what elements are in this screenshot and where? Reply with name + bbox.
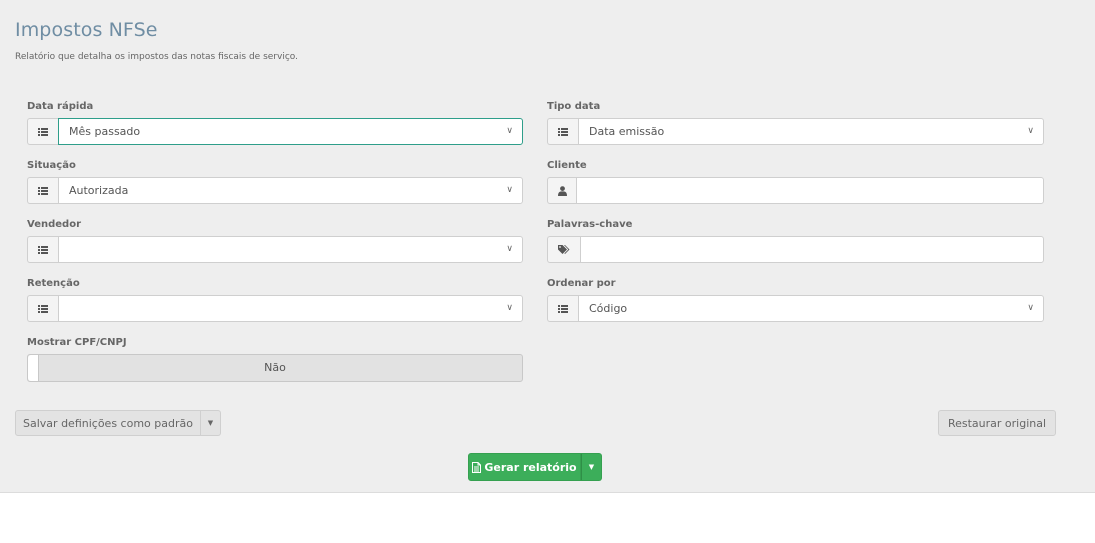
save-defaults-button[interactable]: Salvar definições como padrão [15, 410, 201, 436]
situacao-select[interactable]: Autorizada ∨ [27, 177, 523, 204]
list-icon [27, 177, 58, 204]
data-rapida-text: Mês passado [69, 125, 141, 138]
situacao-value[interactable]: Autorizada ∨ [58, 177, 523, 204]
chevron-down-icon: ∨ [1027, 303, 1034, 313]
page-title: Impostos NFSe [15, 19, 158, 41]
cliente-field[interactable] [547, 177, 1044, 204]
generate-report-group: Gerar relatório ▼ [468, 453, 602, 481]
ordenar-por-text: Código [589, 302, 628, 315]
tags-icon [547, 236, 580, 263]
data-rapida-label: Data rápida [27, 101, 94, 112]
retencao-value[interactable]: ∨ [58, 295, 523, 322]
list-icon [547, 118, 578, 145]
tipo-data-select[interactable]: Data emissão ∨ [547, 118, 1044, 145]
vendedor-label: Vendedor [27, 219, 81, 230]
generate-report-label: Gerar relatório [484, 460, 577, 474]
tipo-data-label: Tipo data [547, 101, 601, 112]
chevron-down-icon: ∨ [1027, 126, 1034, 136]
page-subtitle: Relatório que detalha os impostos das no… [15, 52, 298, 62]
vendedor-select[interactable]: ∨ [27, 236, 523, 263]
list-icon [27, 118, 58, 145]
palavras-chave-field[interactable] [547, 236, 1044, 263]
cliente-label: Cliente [547, 160, 587, 171]
chevron-down-icon: ∨ [506, 244, 513, 254]
situacao-text: Autorizada [69, 184, 129, 197]
chevron-down-icon: ∨ [506, 126, 513, 136]
ordenar-por-value[interactable]: Código ∨ [578, 295, 1044, 322]
tipo-data-value[interactable]: Data emissão ∨ [578, 118, 1044, 145]
caret-down-icon: ▼ [207, 419, 214, 427]
palavras-chave-label: Palavras-chave [547, 219, 633, 230]
ordenar-por-select[interactable]: Código ∨ [547, 295, 1044, 322]
generate-report-dropdown[interactable]: ▼ [581, 453, 602, 481]
file-text-icon [472, 461, 482, 473]
mostrar-cpf-state: Não [264, 361, 286, 374]
vendedor-value[interactable]: ∨ [58, 236, 523, 263]
palavras-chave-input[interactable] [580, 236, 1044, 263]
situacao-label: Situação [27, 160, 76, 171]
cliente-input[interactable] [576, 177, 1044, 204]
chevron-down-icon: ∨ [506, 303, 513, 313]
list-icon [27, 236, 58, 263]
user-icon [547, 177, 576, 204]
list-icon [27, 295, 58, 322]
mostrar-cpf-label: Mostrar CPF/CNPJ [27, 337, 127, 348]
ordenar-por-label: Ordenar por [547, 278, 616, 289]
save-defaults-dropdown[interactable]: ▼ [201, 410, 221, 436]
data-rapida-select[interactable]: Mês passado ∨ [27, 118, 523, 145]
save-defaults-group: Salvar definições como padrão ▼ [15, 410, 221, 436]
data-rapida-value[interactable]: Mês passado ∨ [58, 118, 523, 145]
generate-report-button[interactable]: Gerar relatório [468, 453, 581, 481]
retencao-select[interactable]: ∨ [27, 295, 523, 322]
report-panel: Impostos NFSe Relatório que detalha os i… [0, 0, 1095, 493]
list-icon [547, 295, 578, 322]
chevron-down-icon: ∨ [506, 185, 513, 195]
retencao-label: Retenção [27, 278, 80, 289]
caret-down-icon: ▼ [588, 463, 595, 471]
restore-original-button[interactable]: Restaurar original [938, 410, 1056, 436]
tipo-data-text: Data emissão [589, 125, 665, 138]
mostrar-cpf-toggle[interactable]: Não [27, 354, 523, 382]
